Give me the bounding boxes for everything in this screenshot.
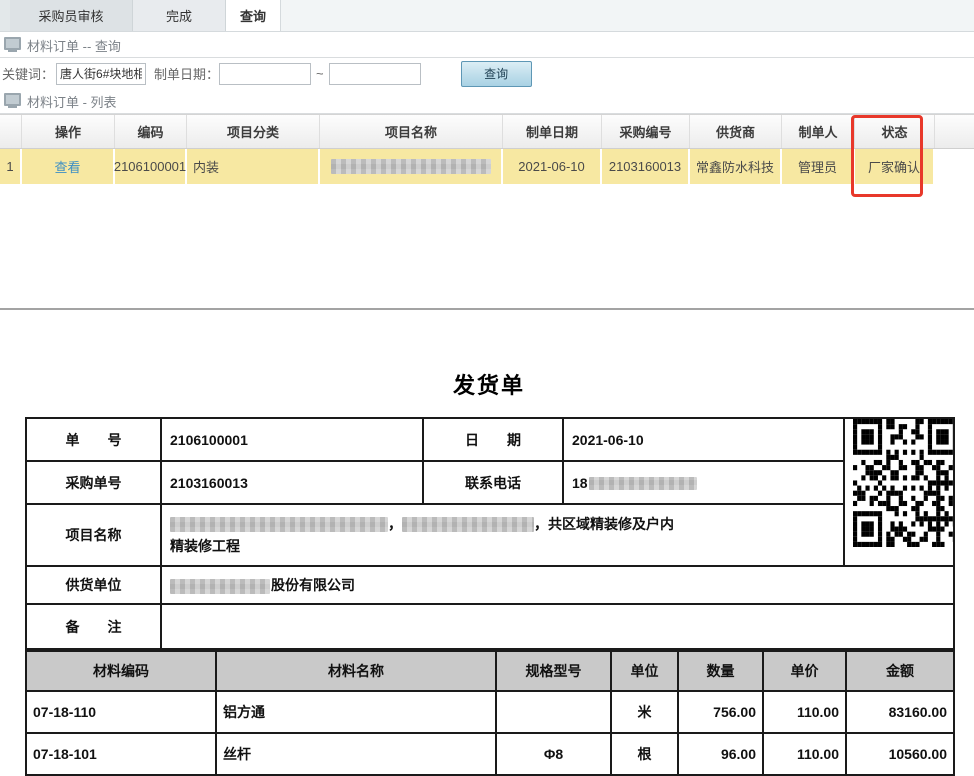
m-spec: [496, 691, 611, 733]
m-amount: 10560.00: [846, 733, 954, 775]
mh-price: 单价: [763, 651, 846, 691]
cell-category: 内装: [187, 149, 320, 184]
remark-label: 备 注: [26, 604, 161, 649]
row-number: 1: [0, 149, 22, 184]
phone-redaction: [589, 477, 697, 490]
keyword-label: 关键词：: [2, 64, 54, 83]
mh-qty: 数量: [678, 651, 763, 691]
header-purchase-no: 采购编号: [602, 115, 690, 148]
tab-query[interactable]: 查询: [226, 0, 281, 31]
header-category: 项目分类: [187, 115, 320, 148]
m-unit: 米: [611, 691, 678, 733]
cell-purchase-no: 2103160013: [602, 149, 690, 184]
order-no-label: 单 号: [26, 418, 161, 461]
mh-code: 材料编码: [26, 651, 216, 691]
project-redaction-1: [170, 517, 388, 532]
mh-name: 材料名称: [216, 651, 496, 691]
cell-creator: 管理员: [782, 149, 855, 184]
supplier-value: 股份有限公司: [161, 566, 954, 604]
project-name-label: 项目名称: [26, 504, 161, 566]
order-list-table: 操作 编码 项目分类 项目名称 制单日期 采购编号 供货商 制单人 状态 1 查…: [0, 114, 974, 184]
mh-unit: 单位: [611, 651, 678, 691]
monitor-icon: [4, 93, 21, 106]
query-form: 关键词： 制单日期： ~ 查询: [0, 58, 974, 89]
list-header-row: 操作 编码 项目分类 项目名称 制单日期 采购编号 供货商 制单人 状态: [0, 114, 974, 149]
view-link-cell: 查看: [22, 149, 115, 184]
delivery-info-table: 单 号 2106100001 日 期 2021-06-10 采购单号 21031…: [25, 417, 955, 650]
search-button[interactable]: 查询: [461, 61, 532, 87]
query-section-header: 材料订单 -- 查询: [0, 33, 974, 58]
table-row: 1 查看 2106100001 内装 2021-06-10 2103160013…: [0, 149, 974, 184]
m-unit: 根: [611, 733, 678, 775]
header-project-name: 项目名称: [320, 115, 503, 148]
material-table: 材料编码 材料名称 规格型号 单位 数量 单价 金额 07-18-110 铝方通…: [25, 650, 955, 776]
order-date-label: 制单日期：: [154, 64, 219, 83]
qr-cell: [844, 418, 954, 566]
purchase-no-label: 采购单号: [26, 461, 161, 504]
keyword-input[interactable]: [56, 63, 146, 85]
m-spec: Φ8: [496, 733, 611, 775]
m-name: 铝方通: [216, 691, 496, 733]
phone-label: 联系电话: [423, 461, 563, 504]
cell-project-name: [320, 149, 503, 184]
material-row: 07-18-101 丝杆 Φ8 根 96.00 110.00 10560.00: [26, 733, 954, 775]
header-creator: 制单人: [782, 115, 855, 148]
cell-code: 2106100001: [115, 149, 187, 184]
m-price: 110.00: [763, 733, 846, 775]
tab-complete[interactable]: 完成: [133, 0, 226, 31]
cell-order-date: 2021-06-10: [503, 149, 602, 184]
cell-status: 厂家确认: [855, 149, 935, 184]
project-name-value: ，，共区域精装修及户内 精装修工程: [161, 504, 844, 566]
header-supplier: 供货商: [690, 115, 782, 148]
m-price: 110.00: [763, 691, 846, 733]
monitor-icon: [4, 37, 21, 50]
project-redaction-2: [402, 517, 534, 532]
material-row: 07-18-110 铝方通 米 756.00 110.00 83160.00: [26, 691, 954, 733]
document-title: 发货单: [25, 368, 953, 400]
m-qty: 96.00: [678, 733, 763, 775]
material-header-row: 材料编码 材料名称 规格型号 单位 数量 单价 金额: [26, 651, 954, 691]
m-qty: 756.00: [678, 691, 763, 733]
date-label: 日 期: [423, 418, 563, 461]
tab-purchaser-review[interactable]: 采购员审核: [10, 0, 133, 31]
cell-supplier: 常鑫防水科技: [690, 149, 782, 184]
m-name: 丝杆: [216, 733, 496, 775]
header-action: 操作: [22, 115, 115, 148]
delivery-note-document: 发货单 单 号 2106100001 日 期 2021-06-10 采购单号 2…: [0, 310, 974, 767]
supplier-label: 供货单位: [26, 566, 161, 604]
tabbar-spacer: [0, 0, 10, 31]
header-rownum: [0, 115, 22, 148]
tab-bar: 采购员审核 完成 查询: [0, 0, 974, 32]
query-section-title: 材料订单 -- 查询: [27, 36, 121, 55]
view-link[interactable]: 查看: [54, 157, 80, 176]
list-section-header: 材料订单 - 列表: [0, 89, 974, 114]
header-code: 编码: [115, 115, 187, 148]
header-filler: [935, 115, 974, 148]
date-to-input[interactable]: [329, 63, 421, 85]
header-order-date: 制单日期: [503, 115, 602, 148]
purchase-no-value: 2103160013: [161, 461, 423, 504]
order-no-value: 2106100001: [161, 418, 423, 461]
phone-value: 18: [563, 461, 844, 504]
m-code: 07-18-110: [26, 691, 216, 733]
m-code: 07-18-101: [26, 733, 216, 775]
cell-filler: [935, 149, 974, 184]
mh-spec: 规格型号: [496, 651, 611, 691]
supplier-redaction: [170, 579, 270, 594]
remark-value: [161, 604, 954, 649]
date-value: 2021-06-10: [563, 418, 844, 461]
project-name-redaction: [331, 159, 491, 174]
m-amount: 83160.00: [846, 691, 954, 733]
date-range-tilde: ~: [316, 66, 324, 81]
mh-amount: 金额: [846, 651, 954, 691]
date-from-input[interactable]: [219, 63, 311, 85]
qr-code: [853, 419, 954, 547]
header-status: 状态: [855, 115, 935, 148]
list-section-title: 材料订单 - 列表: [27, 92, 117, 111]
